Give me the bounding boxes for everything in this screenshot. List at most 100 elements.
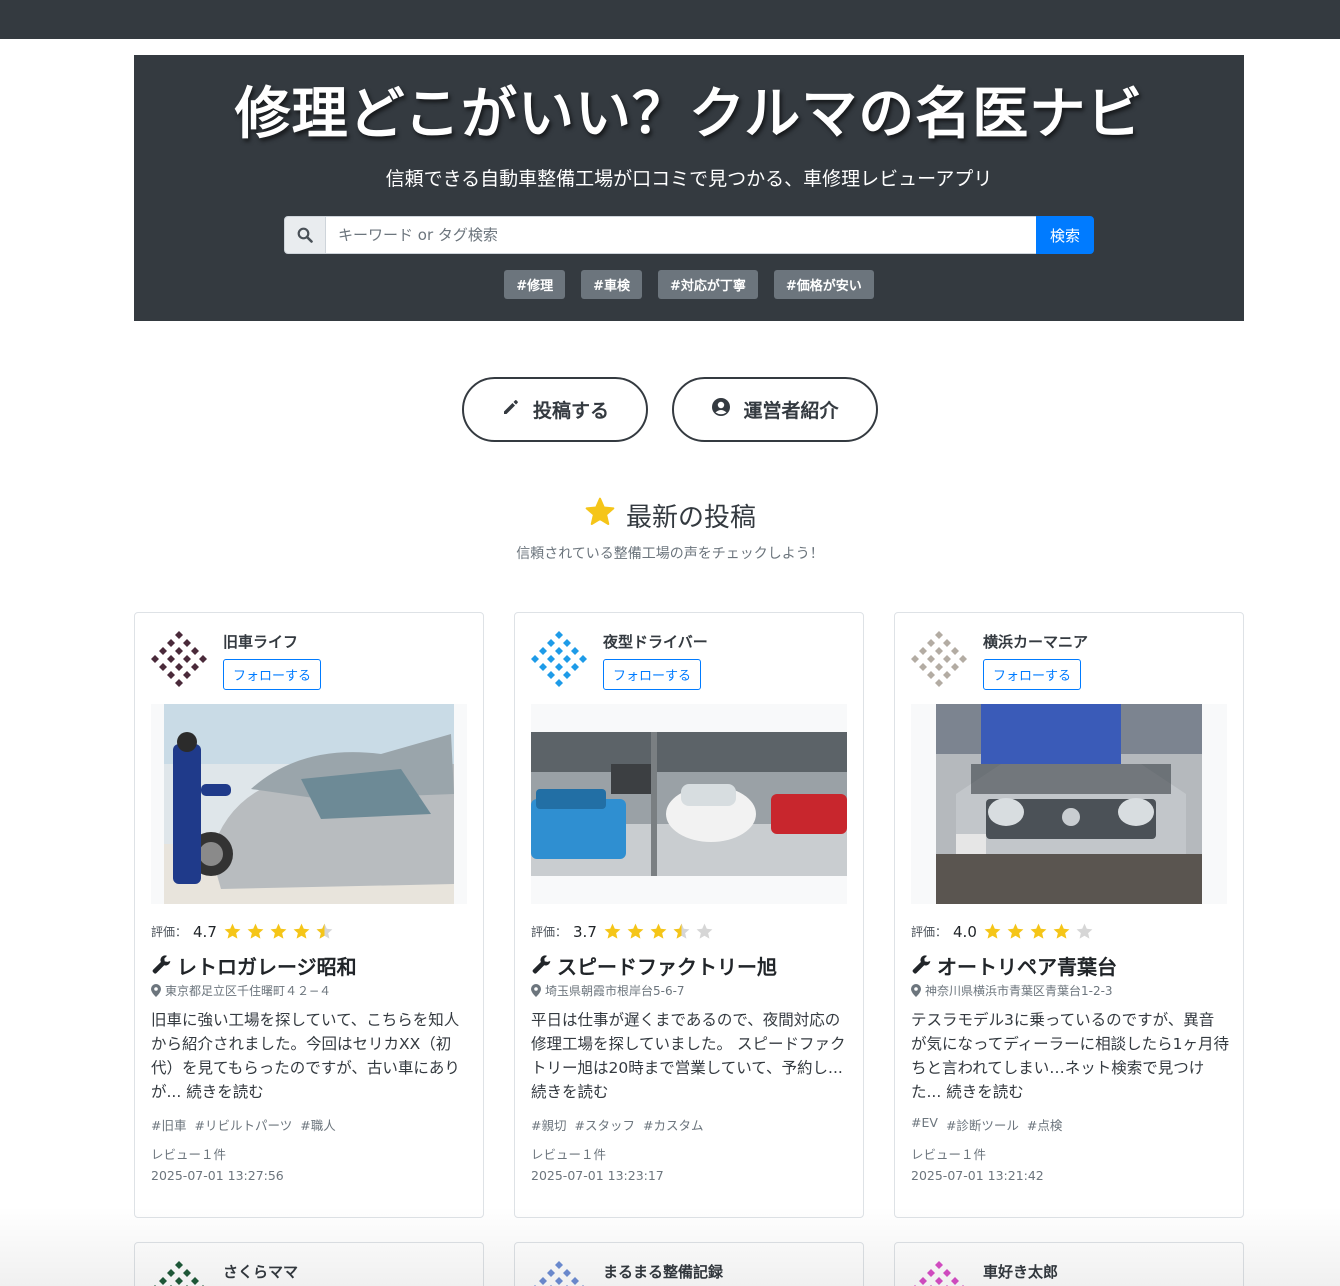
avatar[interactable]: [531, 631, 587, 687]
search-button[interactable]: 検索: [1036, 216, 1094, 254]
rating-star-icon: [1075, 922, 1094, 941]
review-count: レビュー１件: [531, 1147, 607, 1162]
avatar[interactable]: [151, 631, 207, 687]
follow-button[interactable]: フォローする: [603, 659, 702, 690]
shop-address: 神奈川県横浜市青葉区青葉台1-2-3: [911, 982, 1113, 999]
map-pin-icon: [151, 984, 161, 997]
post-card[interactable]: 夜型ドライバーフォローする評価： 3.7 スピードファクトリー旭埼玉県朝霞市根岸台5…: [514, 612, 864, 1218]
site-title: 修理どこがいい？クルマの名医ナビ: [234, 82, 1144, 147]
rating-star-icon: [269, 922, 288, 941]
post-author: さくらママ: [151, 1261, 298, 1286]
author-name[interactable]: 旧車ライフ: [223, 631, 321, 652]
rating-star-icon: [1006, 922, 1025, 941]
avatar[interactable]: [911, 631, 967, 687]
post-tag[interactable]: #EV: [911, 1115, 938, 1134]
post-card[interactable]: 横浜カーマニアフォローする評価： 4.0 オートリペア青葉台神奈川県横浜市青葉区青葉…: [894, 612, 1244, 1218]
rating: 評価： 4.0: [911, 922, 1094, 941]
rating-star-icon: [292, 922, 311, 941]
latest-posts-heading: 最新の投稿: [0, 496, 1340, 535]
post-photo[interactable]: [151, 704, 467, 904]
address-text: 神奈川県横浜市青葉区青葉台1-2-3: [925, 984, 1113, 998]
rating-label: 評価：: [911, 925, 948, 939]
post-excerpt[interactable]: 旧車に強い工場を探していて、こちらを知人から紹介されました。今回はセリカXX（初…: [151, 1008, 469, 1104]
author-name[interactable]: 夜型ドライバー: [603, 631, 708, 652]
post-author: 旧車ライフフォローする: [151, 631, 322, 690]
author-name[interactable]: 車好き太郎: [983, 1261, 1058, 1282]
pencil-icon: [501, 397, 521, 423]
shop-name[interactable]: レトロガレージ昭和: [151, 951, 357, 980]
hero-tag[interactable]: #車検: [581, 270, 642, 299]
rating: 評価： 3.7: [531, 922, 714, 941]
post-tag[interactable]: #親切: [531, 1115, 566, 1134]
shop-name-text: スピードファクトリー旭: [557, 955, 777, 979]
post-tag[interactable]: #リビルトパーツ: [194, 1115, 292, 1134]
post-tag[interactable]: #点検: [1027, 1115, 1062, 1134]
post-photo[interactable]: [531, 704, 847, 904]
follow-button[interactable]: フォローする: [983, 659, 1082, 690]
post-card[interactable]: まるまる整備記録: [514, 1242, 864, 1286]
wrench-icon: [911, 954, 933, 977]
hero-tag[interactable]: #対応が丁寧: [658, 270, 758, 299]
post-button-label: 投稿する: [532, 401, 609, 422]
author-name[interactable]: 横浜カーマニア: [983, 631, 1088, 652]
post-excerpt[interactable]: テスラモデル3に乗っているのですが、異音が気になってディーラーに相談したら1ヶ月…: [911, 1008, 1229, 1104]
search-input[interactable]: [326, 216, 1036, 254]
rating-star-icon: [695, 922, 714, 941]
address-text: 埼玉県朝霞市根岸台5-6-7: [545, 984, 685, 998]
avatar[interactable]: [911, 1261, 967, 1286]
hero-tag[interactable]: #修理: [504, 270, 566, 299]
about-button-label: 運営者紹介: [743, 401, 839, 422]
hero-tag[interactable]: #価格が安い: [773, 270, 874, 299]
shop-address: 埼玉県朝霞市根岸台5-6-7: [531, 982, 685, 999]
post-button[interactable]: 投稿する: [462, 377, 648, 442]
hero-banner: 修理どこがいい？クルマの名医ナビ 信頼できる自動車整備工場が口コミで見つかる、車…: [134, 55, 1244, 321]
post-date: 2025-07-01 13:23:17: [531, 1168, 664, 1183]
post-tag[interactable]: #スタッフ: [574, 1115, 634, 1134]
follow-button[interactable]: フォローする: [223, 659, 322, 690]
post-tags: #親切 #スタッフ #カスタム: [531, 1115, 703, 1134]
rating-label: 評価：: [531, 925, 568, 939]
post-tags: #旧車 #リビルトパーツ #職人: [151, 1115, 336, 1134]
rating-star-icon: [315, 922, 334, 941]
post-excerpt[interactable]: 平日は仕事が遅くまであるので、夜間対応の修理工場を探していました。 スピードファ…: [531, 1008, 849, 1104]
post-tags: #EV #診断ツール #点検: [911, 1115, 1062, 1134]
post-card[interactable]: 車好き太郎: [894, 1242, 1244, 1286]
shop-name-text: レトロガレージ昭和: [177, 955, 357, 979]
avatar[interactable]: [151, 1261, 207, 1286]
rating-star-icon: [672, 922, 691, 941]
rating-value: 4.0: [953, 922, 977, 941]
post-card[interactable]: 旧車ライフフォローする評価： 4.7 レトロガレージ昭和東京都足立区千住曙町４２−４…: [134, 612, 484, 1218]
post-card[interactable]: さくらママ: [134, 1242, 484, 1286]
wrench-icon: [151, 954, 173, 977]
shop-name[interactable]: オートリペア青葉台: [911, 951, 1117, 980]
post-photo[interactable]: [911, 704, 1227, 904]
post-author: まるまる整備記録: [531, 1261, 723, 1286]
shop-address: 東京都足立区千住曙町４２−４: [151, 982, 331, 999]
post-author: 夜型ドライバーフォローする: [531, 631, 708, 690]
rating-star-icon: [246, 922, 265, 941]
rating: 評価： 4.7: [151, 922, 334, 941]
post-tag[interactable]: #旧車: [151, 1115, 186, 1134]
shop-name[interactable]: スピードファクトリー旭: [531, 951, 777, 980]
rating-star-icon: [983, 922, 1002, 941]
post-date: 2025-07-01 13:21:42: [911, 1168, 1044, 1183]
rating-star-icon: [1029, 922, 1048, 941]
rating-value: 4.7: [193, 922, 217, 941]
post-tag[interactable]: #カスタム: [643, 1115, 703, 1134]
search-bar: 検索: [284, 216, 1094, 254]
post-tag[interactable]: #職人: [300, 1115, 335, 1134]
about-button[interactable]: 運営者紹介: [672, 377, 878, 442]
user-circle-icon: [711, 397, 731, 423]
post-tag[interactable]: #診断ツール: [946, 1115, 1019, 1134]
author-name[interactable]: まるまる整備記録: [603, 1261, 723, 1282]
author-name[interactable]: さくらママ: [223, 1261, 298, 1282]
review-count: レビュー１件: [911, 1147, 987, 1162]
post-author: 車好き太郎: [911, 1261, 1058, 1286]
address-text: 東京都足立区千住曙町４２−４: [165, 984, 332, 998]
site-subtitle: 信頼できる自動車整備工場が口コミで見つかる、車修理レビューアプリ: [385, 168, 993, 190]
avatar[interactable]: [531, 1261, 587, 1286]
rating-star-icon: [603, 922, 622, 941]
rating-star-icon: [1052, 922, 1071, 941]
rating-star-icon: [649, 922, 668, 941]
shop-name-text: オートリペア青葉台: [937, 955, 1117, 979]
